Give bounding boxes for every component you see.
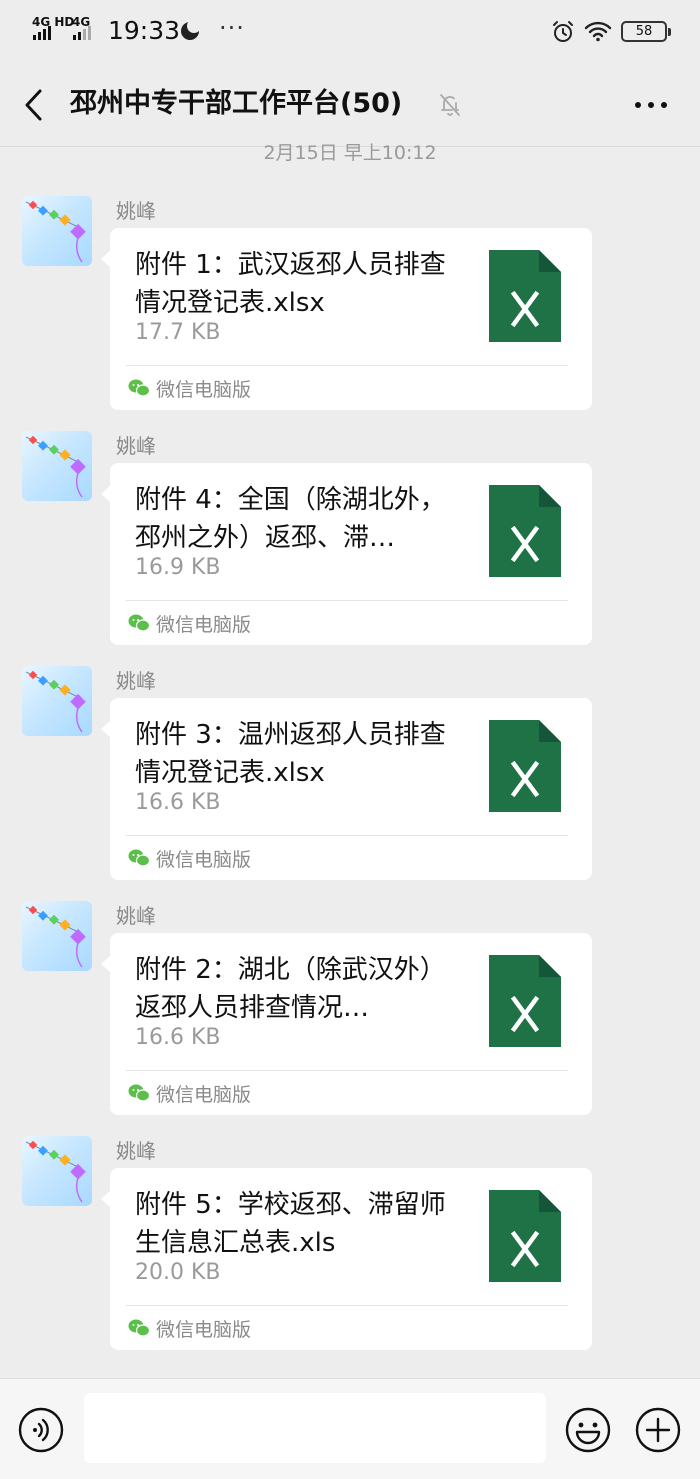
source-label: 微信电脑版	[156, 613, 252, 636]
input-bar	[0, 1378, 700, 1479]
wifi-icon	[584, 21, 612, 42]
alarm-clock-icon	[553, 21, 573, 42]
ellipsis-icon[interactable]	[630, 90, 672, 120]
status-bar: 4G HD 4G 19:33 ··· 58	[0, 0, 700, 62]
message-item: 姚峰附件 2：湖北（除武汉外）返邳人员排查情况… 16.6 KB 微信电脑版	[0, 901, 700, 1121]
message-source: 微信电脑版	[128, 605, 251, 641]
source-label: 微信电脑版	[156, 1318, 252, 1341]
file-name: 附件 1：武汉返邳人员排查情况登记表.xlsx	[135, 250, 446, 318]
message-item: 姚峰附件 1：武汉返邳人员排查情况登记表.xlsx 17.7 KB 微信电脑版	[0, 196, 700, 416]
file-size: 16.9 KB	[135, 555, 221, 580]
wechat-icon	[128, 614, 151, 632]
excel-file-icon	[489, 720, 561, 812]
chevron-left-icon[interactable]	[22, 88, 46, 122]
battery-icon: 58	[621, 21, 671, 42]
file-message-card[interactable]: 附件 4：全国（除湖北外，邳州之外）返邳、滞… 16.9 KB 微信电脑版	[101, 463, 592, 645]
signal-icon	[33, 24, 51, 40]
message-item: 姚峰附件 4：全国（除湖北外，邳州之外）返邳、滞… 16.9 KB 微信电脑版	[0, 431, 700, 651]
message-source: 微信电脑版	[128, 1310, 251, 1346]
source-label: 微信电脑版	[156, 848, 252, 871]
wechat-icon	[128, 849, 151, 867]
excel-file-icon	[489, 1190, 561, 1282]
avatar[interactable]	[22, 1136, 92, 1206]
file-name: 附件 5：学校返邳、滞留师生信息汇总表.xls	[135, 1190, 446, 1258]
wechat-icon	[128, 1319, 151, 1337]
emoji-icon[interactable]	[564, 1406, 612, 1454]
divider	[126, 835, 568, 836]
file-message-card[interactable]: 附件 1：武汉返邳人员排查情况登记表.xlsx 17.7 KB 微信电脑版	[101, 228, 592, 410]
divider	[126, 1305, 568, 1306]
sender-name: 姚峰	[116, 434, 156, 458]
sender-name: 姚峰	[116, 199, 156, 223]
moon-icon	[181, 19, 201, 40]
message-input[interactable]	[84, 1393, 546, 1463]
file-size: 20.0 KB	[135, 1260, 221, 1285]
excel-file-icon	[489, 250, 561, 342]
file-name: 附件 4：全国（除湖北外，邳州之外）返邳、滞…	[135, 485, 446, 553]
sender-name: 姚峰	[116, 1139, 156, 1163]
wechat-icon	[128, 379, 151, 397]
bell-off-icon	[440, 94, 460, 116]
wechat-icon	[128, 1084, 151, 1102]
avatar[interactable]	[22, 901, 92, 971]
sender-name: 姚峰	[116, 669, 156, 693]
signal-icon	[73, 24, 91, 40]
file-name: 附件 2：湖北（除武汉外）返邳人员排查情况…	[135, 955, 446, 1023]
message-source: 微信电脑版	[128, 1075, 251, 1111]
file-size: 16.6 KB	[135, 790, 221, 815]
file-size: 16.6 KB	[135, 1025, 221, 1050]
clock: 19:33	[108, 16, 181, 45]
sender-name: 姚峰	[116, 904, 156, 928]
source-label: 微信电脑版	[156, 378, 252, 401]
battery-level: 58	[635, 24, 653, 39]
file-message-card[interactable]: 附件 5：学校返邳、滞留师生信息汇总表.xls 20.0 KB 微信电脑版	[101, 1168, 592, 1350]
message-item: 姚峰附件 3：温州返邳人员排查情况登记表.xlsx 16.6 KB 微信电脑版	[0, 666, 700, 886]
excel-file-icon	[489, 955, 561, 1047]
avatar[interactable]	[22, 196, 92, 266]
message-item: 姚峰附件 5：学校返邳、滞留师生信息汇总表.xls 20.0 KB 微信电脑版	[0, 1136, 700, 1356]
avatar[interactable]	[22, 431, 92, 501]
chat-title: 邳州中专干部工作平台(50)	[70, 88, 403, 119]
more-notifications-icon: ···	[219, 14, 245, 42]
divider	[126, 365, 568, 366]
message-source: 微信电脑版	[128, 370, 251, 406]
voice-icon[interactable]	[18, 1407, 64, 1453]
divider	[126, 1070, 568, 1071]
source-label: 微信电脑版	[156, 1083, 252, 1106]
message-source: 微信电脑版	[128, 840, 251, 876]
message-timestamp: 2月15日 早上10:12	[263, 142, 437, 164]
excel-file-icon	[489, 485, 561, 577]
plus-icon[interactable]	[634, 1406, 682, 1454]
divider	[126, 600, 568, 601]
file-message-card[interactable]: 附件 2：湖北（除武汉外）返邳人员排查情况… 16.6 KB 微信电脑版	[101, 933, 592, 1115]
file-message-card[interactable]: 附件 3：温州返邳人员排查情况登记表.xlsx 16.6 KB 微信电脑版	[101, 698, 592, 880]
chat-header: 邳州中专干部工作平台(50)	[0, 62, 700, 147]
file-name: 附件 3：温州返邳人员排查情况登记表.xlsx	[135, 720, 446, 788]
file-size: 17.7 KB	[135, 320, 221, 345]
avatar[interactable]	[22, 666, 92, 736]
